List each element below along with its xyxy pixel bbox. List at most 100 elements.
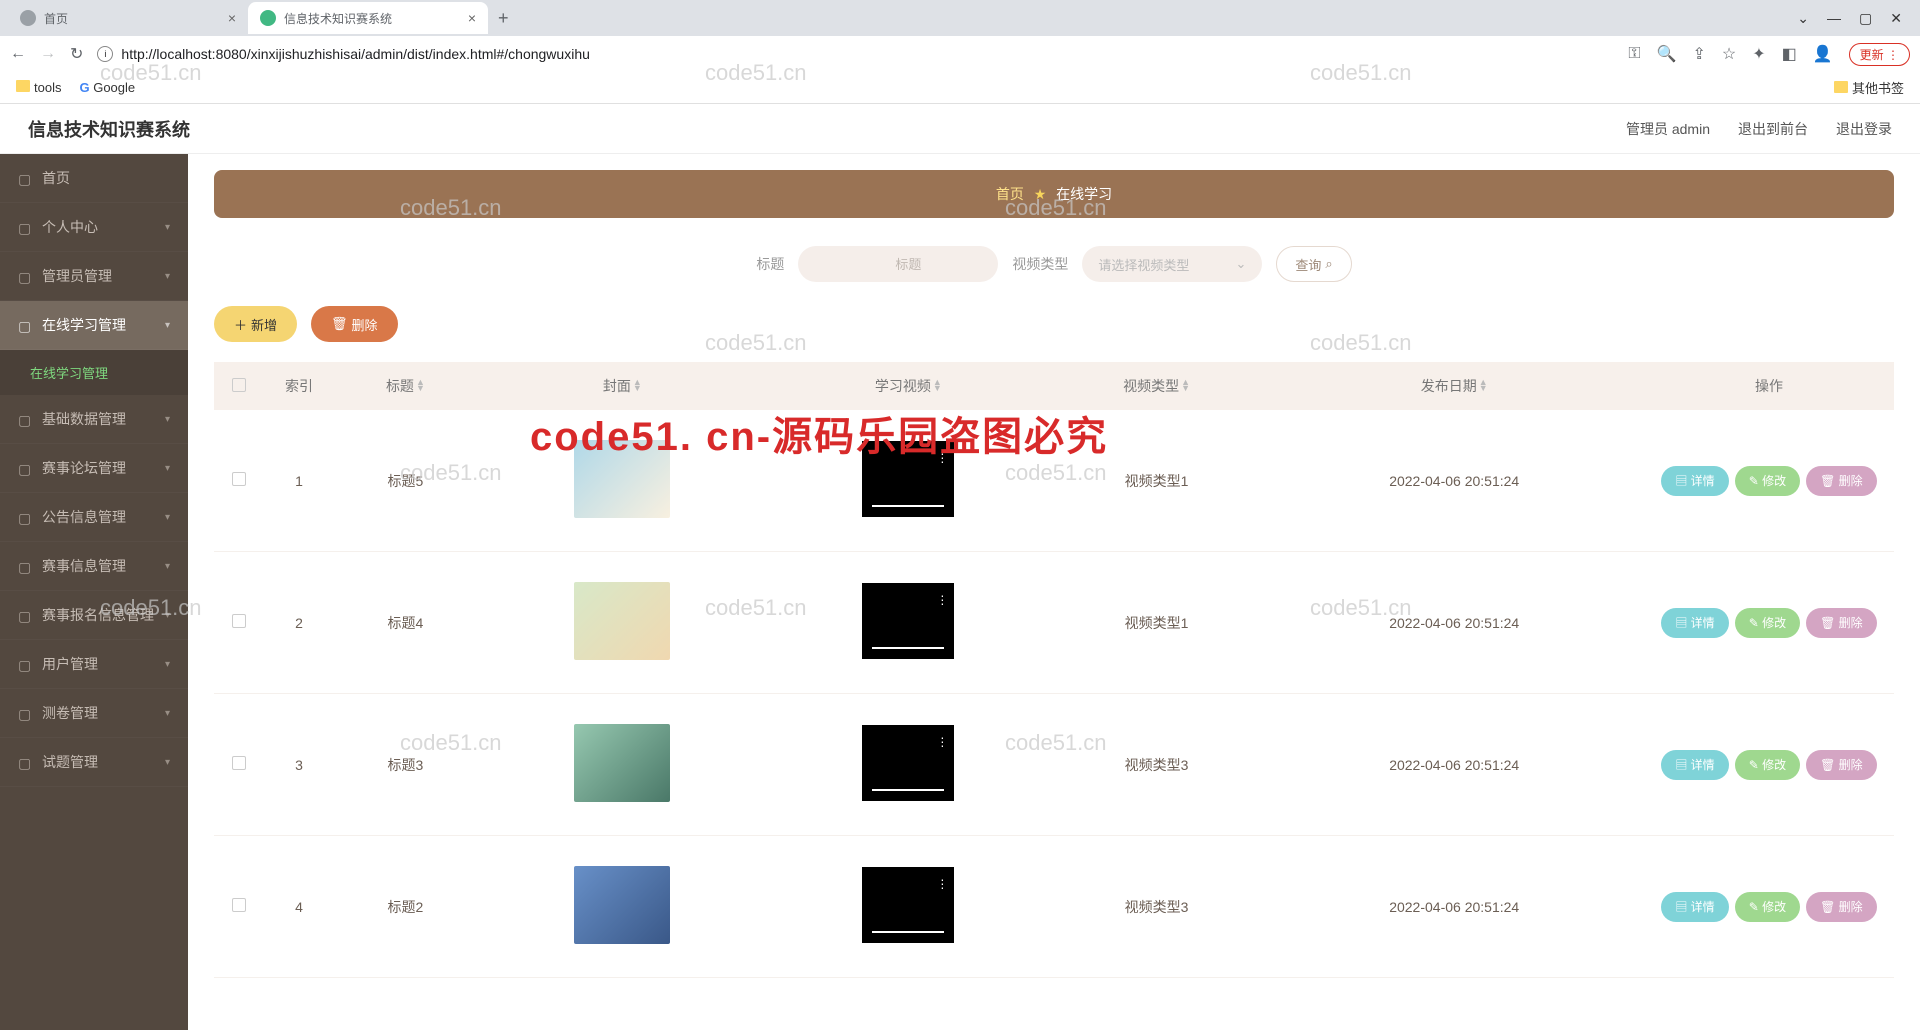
bulk-delete-button[interactable]: 🗑 删除 <box>311 306 398 342</box>
cover-image <box>574 866 670 944</box>
main-content: 首页 ★ 在线学习 标题 ⌕ 视频类型 请选择视频类型 ⌄ 查询⌕ ＋ 新增 🗑… <box>188 154 1920 1030</box>
cell-date: 2022-04-06 20:51:24 <box>1264 694 1644 836</box>
close-icon[interactable]: × <box>468 10 476 26</box>
sidebar-item[interactable]: ▢在线学习管理▾ <box>0 301 188 350</box>
current-user[interactable]: 管理员 admin <box>1626 119 1710 139</box>
menu-icon: ▢ <box>18 608 32 622</box>
query-button[interactable]: 查询⌕ <box>1276 246 1351 282</box>
edit-button[interactable]: ✎ 修改 <box>1735 466 1800 496</box>
detail-button[interactable]: ▤ 详情 <box>1661 466 1728 496</box>
chevron-down-icon[interactable]: ⌄ <box>1797 10 1809 27</box>
sidebar-subitem[interactable]: 在线学习管理 <box>0 350 188 395</box>
sidebar-item-label: 管理员管理 <box>42 266 112 286</box>
cell-date: 2022-04-06 20:51:24 <box>1264 410 1644 552</box>
search-row: 标题 ⌕ 视频类型 请选择视频类型 ⌄ 查询⌕ <box>214 246 1894 282</box>
breadcrumb-home[interactable]: 首页 <box>996 186 1024 202</box>
search-title-input[interactable] <box>798 246 998 282</box>
close-window-icon[interactable]: ✕ <box>1890 10 1902 27</box>
maximize-icon[interactable]: ▢ <box>1859 10 1872 27</box>
col-date[interactable]: 发布日期▲▼ <box>1264 362 1644 410</box>
bookmark-tools[interactable]: tools <box>16 80 61 95</box>
window-controls: ⌄ — ▢ ✕ <box>1797 10 1920 27</box>
add-button[interactable]: ＋ 新增 <box>214 306 297 342</box>
sidebar-item[interactable]: ▢赛事报名信息管理▾ <box>0 591 188 640</box>
url-box[interactable]: i http://localhost:8080/xinxijishuzhishi… <box>97 46 1614 62</box>
delete-button[interactable]: 🗑 删除 <box>1806 750 1877 780</box>
profile-icon[interactable]: 👤 <box>1813 44 1833 64</box>
extensions-icon[interactable]: ✦ <box>1752 44 1765 64</box>
cell-type: 视频类型1 <box>1049 552 1265 694</box>
cell-date: 2022-04-06 20:51:24 <box>1264 552 1644 694</box>
row-checkbox[interactable] <box>232 756 246 770</box>
sidebar-item-label: 公告信息管理 <box>42 507 126 527</box>
video-type-select[interactable]: 请选择视频类型 ⌄ <box>1082 246 1262 282</box>
cell-cover <box>477 694 768 836</box>
edit-button[interactable]: ✎ 修改 <box>1735 608 1800 638</box>
video-thumbnail[interactable] <box>862 441 954 517</box>
row-checkbox[interactable] <box>232 472 246 486</box>
edit-button[interactable]: ✎ 修改 <box>1735 750 1800 780</box>
sidebar-item[interactable]: ▢用户管理▾ <box>0 640 188 689</box>
cell-index: 4 <box>264 836 334 978</box>
col-type[interactable]: 视频类型▲▼ <box>1049 362 1265 410</box>
row-checkbox[interactable] <box>232 898 246 912</box>
key-icon[interactable]: ⚿ <box>1628 45 1640 63</box>
detail-button[interactable]: ▤ 详情 <box>1661 892 1728 922</box>
col-title[interactable]: 标题▲▼ <box>334 362 477 410</box>
delete-button[interactable]: 🗑 删除 <box>1806 466 1877 496</box>
detail-button[interactable]: ▤ 详情 <box>1661 750 1728 780</box>
detail-button[interactable]: ▤ 详情 <box>1661 608 1728 638</box>
sidebar-item[interactable]: ▢管理员管理▾ <box>0 252 188 301</box>
sidebar-item[interactable]: ▢赛事论坛管理▾ <box>0 444 188 493</box>
edit-button[interactable]: ✎ 修改 <box>1735 892 1800 922</box>
select-all-checkbox[interactable] <box>232 378 246 392</box>
update-button[interactable]: 更新 ⋮ <box>1849 43 1910 66</box>
search-icon: ⌕ <box>1325 256 1332 272</box>
bookmark-other[interactable]: 其他书签 <box>1834 78 1904 97</box>
sidepanel-icon[interactable]: ◧ <box>1782 44 1797 64</box>
sidebar-item[interactable]: ▢首页 <box>0 154 188 203</box>
tab-title: 首页 <box>44 10 228 27</box>
sidebar-item-label: 个人中心 <box>42 217 98 237</box>
browser-tab-1[interactable]: 首页 × <box>8 2 248 34</box>
cell-index: 3 <box>264 694 334 836</box>
forward-icon[interactable]: → <box>40 45 56 63</box>
back-icon[interactable]: ← <box>10 45 26 63</box>
video-thumbnail[interactable] <box>862 725 954 801</box>
video-thumbnail[interactable] <box>862 583 954 659</box>
col-cover[interactable]: 封面▲▼ <box>477 362 768 410</box>
delete-button[interactable]: 🗑 删除 <box>1806 608 1877 638</box>
sidebar-item[interactable]: ▢试题管理▾ <box>0 738 188 787</box>
bookmark-icon[interactable]: ☆ <box>1722 44 1736 64</box>
chevron-down-icon: ▾ <box>165 320 170 331</box>
new-tab-button[interactable]: + <box>488 8 519 29</box>
cover-image <box>574 440 670 518</box>
sidebar-item[interactable]: ▢测卷管理▾ <box>0 689 188 738</box>
share-icon[interactable]: ⇪ <box>1692 44 1705 64</box>
table-row: 2 标题4 视频类型1 2022-04-06 20:51:24 ▤ 详情 ✎ 修… <box>214 552 1894 694</box>
goto-frontend-link[interactable]: 退出到前台 <box>1738 119 1808 139</box>
row-checkbox[interactable] <box>232 614 246 628</box>
sidebar-item-label: 赛事报名信息管理 <box>42 605 154 625</box>
logout-link[interactable]: 退出登录 <box>1836 119 1892 139</box>
zoom-icon[interactable]: 🔍 <box>1657 44 1677 64</box>
col-index[interactable]: 索引 <box>264 362 334 410</box>
search-type-label: 视频类型 <box>1012 254 1068 274</box>
menu-icon: ▢ <box>18 220 32 234</box>
minimize-icon[interactable]: — <box>1827 10 1841 27</box>
chevron-down-icon: ▾ <box>165 414 170 425</box>
close-icon[interactable]: × <box>228 10 236 26</box>
col-video[interactable]: 学习视频▲▼ <box>768 362 1049 410</box>
sidebar-item[interactable]: ▢个人中心▾ <box>0 203 188 252</box>
sidebar-item[interactable]: ▢基础数据管理▾ <box>0 395 188 444</box>
bookmark-google[interactable]: G Google <box>79 80 135 95</box>
sidebar-item[interactable]: ▢公告信息管理▾ <box>0 493 188 542</box>
browser-tab-2[interactable]: 信息技术知识赛系统 × <box>248 2 488 34</box>
site-info-icon[interactable]: i <box>97 46 113 62</box>
sidebar-item[interactable]: ▢赛事信息管理▾ <box>0 542 188 591</box>
sidebar-item-label: 在线学习管理 <box>42 315 126 335</box>
sidebar-item-label: 赛事信息管理 <box>42 556 126 576</box>
delete-button[interactable]: 🗑 删除 <box>1806 892 1877 922</box>
reload-icon[interactable]: ↻ <box>70 44 83 64</box>
video-thumbnail[interactable] <box>862 867 954 943</box>
